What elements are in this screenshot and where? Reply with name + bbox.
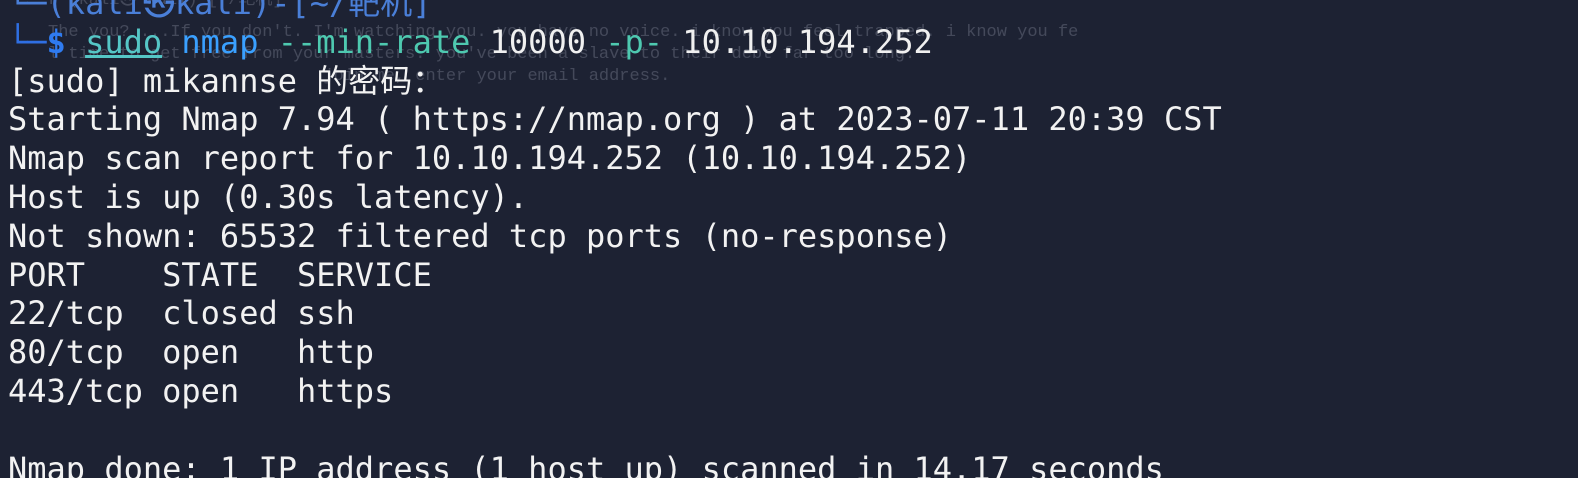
nmap-done-line: Nmap done: 1 IP address (1 host up) scan… (8, 449, 1164, 478)
port-row: 22/tcp closed ssh (8, 294, 355, 333)
nmap-starting-line: Starting Nmap 7.94 ( https://nmap.org ) … (8, 100, 1222, 139)
prompt-dollar: $ (46, 22, 66, 61)
scan-report-line: Nmap scan report for 10.10.194.252 (10.1… (8, 139, 972, 178)
command-option-ports: -p- (605, 22, 664, 61)
command-prompt-line: └─$ sudo nmap --min-rate 10000 -p- 10.10… (8, 23, 1568, 62)
command-nmap: nmap (181, 22, 259, 61)
not-shown-line: Not shown: 65532 filtered tcp ports (no-… (8, 216, 953, 255)
command-arg-rate: 10000 (489, 22, 586, 61)
command-option-min-rate: --min-rate (277, 22, 471, 61)
command-arg-target: 10.10.194.252 (682, 22, 933, 61)
host-status-line: Host is up (0.30s latency). (8, 177, 529, 216)
prompt-tree-glyph: └─ (8, 22, 47, 61)
port-row: 443/tcp open https (8, 371, 394, 410)
port-row: 80/tcp open http (8, 333, 375, 372)
port-table-header: PORT STATE SERVICE (8, 255, 432, 294)
sudo-password-prompt: [sudo] mikannse 的密码： (8, 61, 445, 100)
command-sudo: sudo (85, 22, 163, 61)
terminal-output: └─(kali㉿kali)-[~/靶机] └─$ sudo nmap --min… (8, 0, 1568, 478)
prompt-top-fragment: └─(kali㉿kali)-[~/靶机] (8, 0, 432, 22)
